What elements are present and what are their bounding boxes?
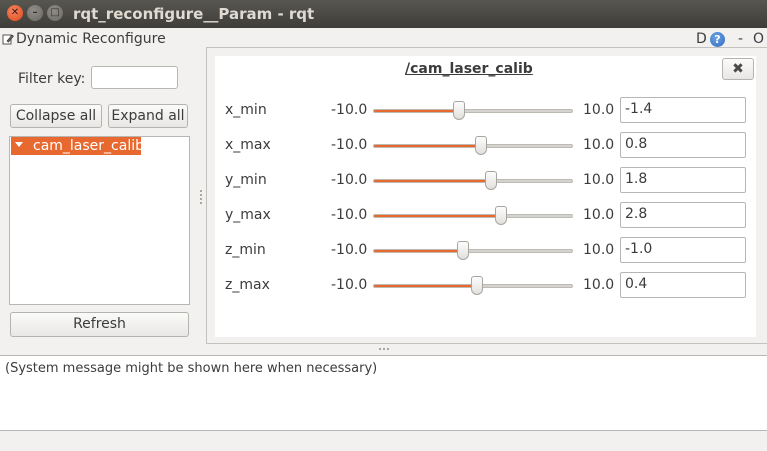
param-value-input[interactable]: 1.8 [620,167,746,193]
close-icon[interactable]: ✖ [722,58,754,80]
param-name: z_max [225,277,270,293]
param-slider-fill [374,285,477,287]
window-title: rqt_reconfigure__Param - rqt [73,5,315,23]
param-value-input[interactable]: -1.4 [620,97,746,123]
minimize-plugin-button[interactable]: - [738,31,743,47]
param-name: y_max [225,207,271,223]
param-max-label: 10.0 [583,102,615,118]
param-row-z-min: z_min -10.0 10.0 -1.0 [0,237,767,265]
param-min-label: -10.0 [331,172,368,188]
param-slider-handle[interactable] [495,206,507,225]
param-name: x_max [225,137,271,153]
filter-key-input[interactable] [91,66,178,89]
edit-icon [2,34,14,45]
param-slider-track[interactable] [373,214,573,218]
window-titlebar: ✕ – □ rqt_reconfigure__Param - rqt [0,0,767,28]
param-slider-handle[interactable] [485,171,497,190]
close-icon[interactable]: ✕ [7,5,23,21]
param-min-label: -10.0 [331,277,368,293]
param-row-y-min: y_min -10.0 10.0 1.8 [0,167,767,195]
param-min-label: -10.0 [331,207,368,223]
param-slider-track[interactable] [373,249,573,253]
options-plugin-button[interactable]: O [753,31,764,47]
param-slider-track[interactable] [373,179,573,183]
param-value-input[interactable]: 2.8 [620,202,746,228]
param-slider-fill [374,110,460,112]
param-row-x-max: x_max -10.0 10.0 0.8 [0,132,767,160]
horizontal-splitter-handle[interactable] [379,348,389,351]
param-row-y-max: y_max -10.0 10.0 2.8 [0,202,767,230]
system-message-box: (System message might be shown here when… [0,355,767,431]
plugin-d-button[interactable]: D [696,31,707,47]
param-slider-fill [374,145,481,147]
param-slider-fill [374,250,464,252]
param-max-label: 10.0 [583,207,615,223]
help-icon[interactable]: ? [710,32,725,47]
minimize-icon[interactable]: – [27,5,43,21]
param-value-input[interactable]: 0.8 [620,132,746,158]
param-slider-handle[interactable] [475,136,487,155]
filter-key-label: Filter key: [18,71,86,87]
param-slider-fill [374,180,491,182]
param-row-z-max: z_max -10.0 10.0 0.4 [0,272,767,300]
param-slider-track[interactable] [373,109,573,113]
maximize-icon[interactable]: □ [47,5,63,21]
refresh-button[interactable]: Refresh [10,312,189,337]
param-name: y_min [225,172,267,188]
param-value-input[interactable]: 0.4 [620,272,746,298]
param-slider-handle[interactable] [453,101,465,120]
param-value-input[interactable]: -1.0 [620,237,746,263]
param-slider-handle[interactable] [457,241,469,260]
plugin-title: Dynamic Reconfigure [16,31,166,47]
param-max-label: 10.0 [583,137,615,153]
param-name: x_min [225,102,267,118]
param-min-label: -10.0 [331,242,368,258]
param-max-label: 10.0 [583,242,615,258]
param-name: z_min [225,242,266,258]
param-min-label: -10.0 [331,137,368,153]
param-max-label: 10.0 [583,172,615,188]
param-min-label: -10.0 [331,102,368,118]
param-row-x-min: x_min -10.0 10.0 -1.4 [0,97,767,125]
param-max-label: 10.0 [583,277,615,293]
group-title: /cam_laser_calib [405,61,533,77]
system-message-text: (System message might be shown here when… [5,361,378,376]
param-slider-fill [374,215,501,217]
param-slider-handle[interactable] [471,276,483,295]
param-slider-track[interactable] [373,144,573,148]
